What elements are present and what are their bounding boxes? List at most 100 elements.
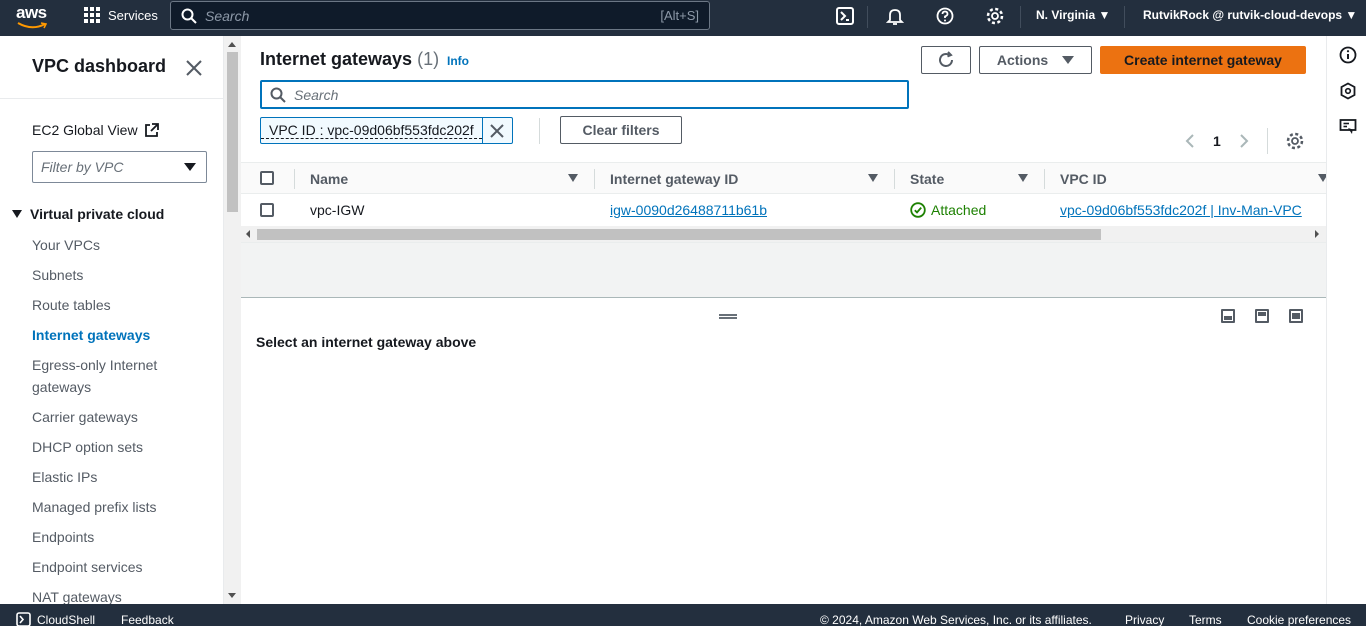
sidebar-item-egress-only-internet-gateways[interactable]: Egress-only Internet gateways	[32, 354, 172, 398]
column-header-internet-gateway-id[interactable]: Internet gateway ID	[610, 171, 738, 187]
sidebar-item-subnets[interactable]: Subnets	[32, 264, 182, 286]
panel-position-bottom-icon[interactable]	[1221, 309, 1235, 323]
account-menu[interactable]: RutvikRock @ rutvik-cloud-devops ▼	[1143, 8, 1357, 22]
cell-name: vpc-IGW	[310, 202, 365, 218]
footer: CloudShell Feedback © 2024, Amazon Web S…	[0, 604, 1366, 627]
bell-icon[interactable]	[885, 6, 905, 26]
table-search-input[interactable]: Search	[260, 80, 909, 109]
pagination: 1	[1185, 128, 1304, 154]
column-header-state[interactable]: State	[910, 171, 944, 187]
footer-terms-link[interactable]: Terms	[1189, 613, 1222, 627]
sidenav-scrollbar[interactable]	[224, 36, 241, 604]
close-icon[interactable]	[184, 58, 204, 78]
caret-down-icon	[1062, 56, 1075, 64]
filter-token-label[interactable]: VPC ID : vpc-09d06bf553fdc202f	[261, 122, 482, 139]
scrollbar-thumb[interactable]	[257, 229, 1101, 240]
section-virtual-private-cloud[interactable]: Virtual private cloud	[12, 206, 164, 222]
cloudshell-icon[interactable]	[835, 6, 855, 26]
sidenav-title[interactable]: VPC dashboard	[32, 56, 166, 77]
global-search-placeholder: Search	[205, 7, 250, 24]
success-check-icon	[910, 202, 926, 218]
sidebar-item-managed-prefix-lists[interactable]: Managed prefix lists	[32, 496, 182, 518]
sidebar-item-endpoints[interactable]: Endpoints	[32, 526, 182, 548]
sort-icon[interactable]	[868, 174, 878, 182]
chevron-left-icon[interactable]	[1185, 134, 1195, 148]
chevron-right-icon[interactable]	[1239, 134, 1249, 148]
sidebar-item-endpoint-services[interactable]: Endpoint services	[32, 556, 182, 578]
sidebar-item-internet-gateways[interactable]: Internet gateways	[32, 324, 182, 346]
footer-cloudshell-label: CloudShell	[37, 612, 96, 627]
filter-token[interactable]: VPC ID : vpc-09d06bf553fdc202f	[260, 117, 513, 144]
info-icon[interactable]	[1339, 46, 1357, 64]
aws-logo[interactable]: aws	[16, 3, 52, 31]
create-internet-gateway-button[interactable]: Create internet gateway	[1100, 46, 1306, 74]
region-selector[interactable]: N. Virginia ▼	[1036, 8, 1110, 22]
sidebar-item-your-vpcs[interactable]: Your VPCs	[32, 234, 182, 256]
split-panel-drag-handle[interactable]	[719, 314, 737, 319]
caret-down-icon	[184, 163, 196, 171]
scroll-down-icon[interactable]	[228, 593, 236, 598]
feedback-icon[interactable]	[1339, 118, 1357, 136]
sidebar-item-nat-gateways[interactable]: NAT gateways	[32, 586, 182, 604]
detail-empty-message: Select an internet gateway above	[256, 334, 477, 350]
sort-icon[interactable]	[568, 174, 578, 182]
region-label: N. Virginia	[1036, 8, 1096, 22]
sidebar-item-elastic-ips[interactable]: Elastic IPs	[32, 466, 182, 488]
select-all-checkbox[interactable]	[260, 171, 274, 185]
panel-position-side-icon[interactable]	[1255, 309, 1269, 323]
scroll-up-icon[interactable]	[228, 42, 236, 47]
side-navigation: VPC dashboard EC2 Global View Filter by …	[0, 36, 224, 604]
table-row[interactable]: vpc-IGW igw-0090d26488711b61b Attached v…	[241, 194, 1326, 226]
footer-feedback-link[interactable]: Feedback	[121, 613, 174, 627]
cell-gateway-id-link[interactable]: igw-0090d26488711b61b	[610, 202, 767, 218]
sidebar-item-route-tables[interactable]: Route tables	[32, 294, 182, 316]
actions-button[interactable]: Actions	[979, 46, 1092, 74]
divider	[0, 98, 223, 99]
grid-icon	[84, 7, 100, 23]
right-tools-rail	[1326, 36, 1366, 604]
footer-privacy-link[interactable]: Privacy	[1125, 613, 1164, 627]
page-title: Internet gateways (1)	[260, 49, 439, 70]
sidebar-item-carrier-gateways[interactable]: Carrier gateways	[32, 406, 182, 428]
filter-by-vpc-select[interactable]: Filter by VPC	[32, 151, 207, 183]
table-header: Name Internet gateway ID State VPC ID	[241, 162, 1328, 194]
scroll-left-icon[interactable]	[246, 230, 250, 238]
top-navigation-bar: aws Services Search [Alt+S] N. Virginia …	[0, 0, 1366, 36]
table-empty-area	[241, 242, 1326, 298]
ec2-global-view-link[interactable]: EC2 Global View	[32, 122, 159, 138]
global-search-input[interactable]: Search [Alt+S]	[170, 1, 710, 30]
hexagon-icon[interactable]	[1339, 82, 1357, 100]
refresh-button[interactable]	[921, 46, 971, 74]
panel-maximize-icon[interactable]	[1289, 309, 1303, 323]
gear-icon[interactable]	[985, 6, 1005, 26]
footer-cloudshell-button[interactable]: CloudShell	[16, 612, 95, 627]
row-checkbox[interactable]	[260, 203, 274, 217]
filter-by-vpc-placeholder: Filter by VPC	[41, 159, 124, 175]
table-horizontal-scrollbar[interactable]	[241, 226, 1326, 242]
footer-cookie-preferences-link[interactable]: Cookie preferences	[1247, 613, 1351, 627]
sidebar-item-dhcp-option-sets[interactable]: DHCP option sets	[32, 436, 182, 458]
ec2-global-view-label: EC2 Global View	[32, 122, 138, 138]
table-search-placeholder: Search	[294, 86, 339, 103]
footer-copyright: © 2024, Amazon Web Services, Inc. or its…	[820, 613, 1092, 627]
clear-filters-button[interactable]: Clear filters	[560, 116, 682, 144]
caret-down-icon	[12, 210, 22, 218]
cell-vpc-id-link[interactable]: vpc-09d06bf553fdc202f | Inv-Man-VPC	[1060, 202, 1302, 218]
column-header-name[interactable]: Name	[310, 171, 348, 187]
section-label: Virtual private cloud	[30, 206, 165, 222]
scrollbar-thumb[interactable]	[227, 52, 238, 212]
page-title-text: Internet gateways	[260, 49, 413, 69]
services-menu-button[interactable]: Services	[84, 7, 158, 23]
remove-filter-button[interactable]	[481, 118, 512, 143]
column-header-vpc-id[interactable]: VPC ID	[1060, 171, 1107, 187]
help-icon[interactable]	[935, 6, 955, 26]
scroll-right-icon[interactable]	[1315, 230, 1319, 238]
item-count: (1)	[417, 49, 440, 69]
settings-icon[interactable]	[1286, 132, 1304, 150]
info-link[interactable]: Info	[447, 54, 469, 68]
external-link-icon	[144, 122, 159, 137]
page-number[interactable]: 1	[1213, 133, 1221, 149]
state-label: Attached	[931, 202, 987, 218]
sort-icon[interactable]	[1018, 174, 1028, 182]
search-icon	[270, 87, 286, 103]
